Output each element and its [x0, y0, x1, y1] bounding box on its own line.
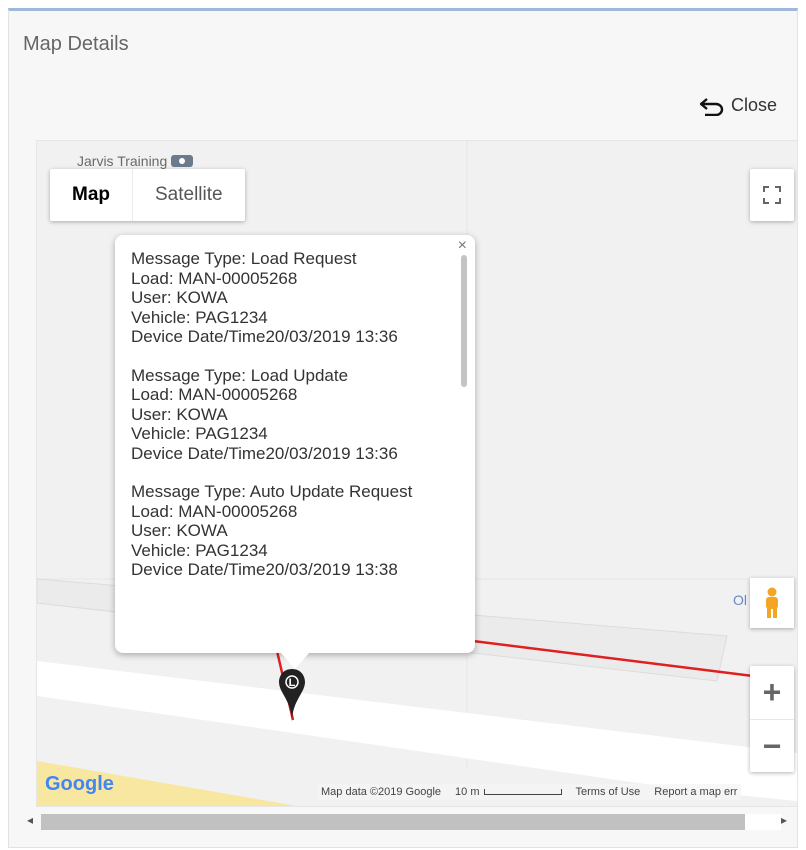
- map-canvas[interactable]: Jarvis Training Map Satellite Ol + − L ×: [36, 140, 798, 807]
- message-datetime: Device Date/Time20/03/2019 13:36: [131, 327, 398, 346]
- message-user: User: KOWA: [131, 404, 228, 424]
- undo-arrow-icon: [699, 97, 724, 116]
- map-label-partial: Ol: [733, 592, 747, 608]
- map-type-control: Map Satellite: [50, 169, 245, 221]
- map-data-credit[interactable]: Map data ©2019 Google: [321, 786, 441, 798]
- map-marker[interactable]: L: [277, 667, 307, 728]
- message-entry: Message Type: Auto Update Request Load: …: [131, 482, 459, 580]
- info-window-content[interactable]: Message Type: Load Request Load: MAN-000…: [115, 245, 459, 643]
- google-logo-text: Google: [45, 773, 114, 795]
- map-pin-icon: L: [279, 669, 305, 722]
- message-type: Message Type: Load Update: [131, 365, 349, 385]
- dialog-title: Map Details: [23, 33, 129, 55]
- map-type-map-button[interactable]: Map: [50, 169, 132, 221]
- info-window-scrollbar[interactable]: [461, 255, 467, 387]
- message-vehicle: Vehicle: PAG1234: [131, 540, 268, 560]
- fullscreen-icon: [763, 186, 781, 204]
- map-attribution: Map data ©2019 Google 10 m Terms of Use …: [317, 784, 742, 800]
- message-user: User: KOWA: [131, 288, 228, 307]
- camera-icon: [171, 155, 194, 167]
- scale-bar: [483, 789, 562, 796]
- message-datetime: Device Date/Time20/03/2019 13:38: [131, 560, 398, 579]
- scroll-left-icon[interactable]: ◂: [27, 813, 33, 827]
- marker-letter: L: [289, 677, 296, 689]
- message-user: User: KOWA: [131, 521, 228, 540]
- message-type: Message Type: Auto Update Request: [131, 482, 413, 501]
- message-datetime: Device Date/Time20/03/2019 13:36: [131, 443, 398, 463]
- poi-text: Jarvis Training: [77, 153, 168, 169]
- info-window-tail: [281, 653, 309, 669]
- message-type: Message Type: Load Request: [131, 249, 357, 268]
- report-map-error-link[interactable]: Report a map err: [654, 786, 737, 798]
- horizontal-scrollbar[interactable]: ◂ ▸: [25, 812, 797, 832]
- close-label: Close: [730, 95, 777, 115]
- message-entry: Message Type: Load Request Load: MAN-000…: [131, 249, 459, 347]
- info-window: × Message Type: Load Request Load: MAN-0…: [115, 235, 475, 669]
- fullscreen-button[interactable]: [750, 169, 794, 221]
- terms-of-use-link[interactable]: Terms of Use: [576, 786, 641, 798]
- zoom-control: + −: [750, 666, 794, 772]
- scale-label: 10 m: [455, 786, 480, 798]
- zoom-in-button[interactable]: +: [750, 666, 794, 719]
- map-type-satellite-button[interactable]: Satellite: [132, 169, 245, 221]
- google-logo[interactable]: Google: [45, 773, 114, 796]
- message-load: Load: MAN-00005268: [131, 385, 298, 404]
- message-load: Load: MAN-00005268: [131, 501, 298, 521]
- message-vehicle: Vehicle: PAG1234: [131, 307, 268, 327]
- message-load: Load: MAN-00005268: [131, 268, 298, 288]
- close-button[interactable]: Close: [699, 95, 777, 116]
- street-view-pegman[interactable]: [750, 578, 794, 628]
- poi-label[interactable]: Jarvis Training: [77, 153, 194, 169]
- map-scale[interactable]: 10 m: [455, 786, 562, 798]
- scroll-thumb[interactable]: [41, 814, 745, 830]
- message-vehicle: Vehicle: PAG1234: [131, 424, 268, 443]
- zoom-out-button[interactable]: −: [750, 719, 794, 773]
- message-entry: Message Type: Load Update Load: MAN-0000…: [131, 366, 459, 464]
- pegman-icon: [766, 587, 778, 618]
- scroll-right-icon[interactable]: ▸: [781, 813, 787, 827]
- info-window-close-button[interactable]: ×: [458, 237, 467, 255]
